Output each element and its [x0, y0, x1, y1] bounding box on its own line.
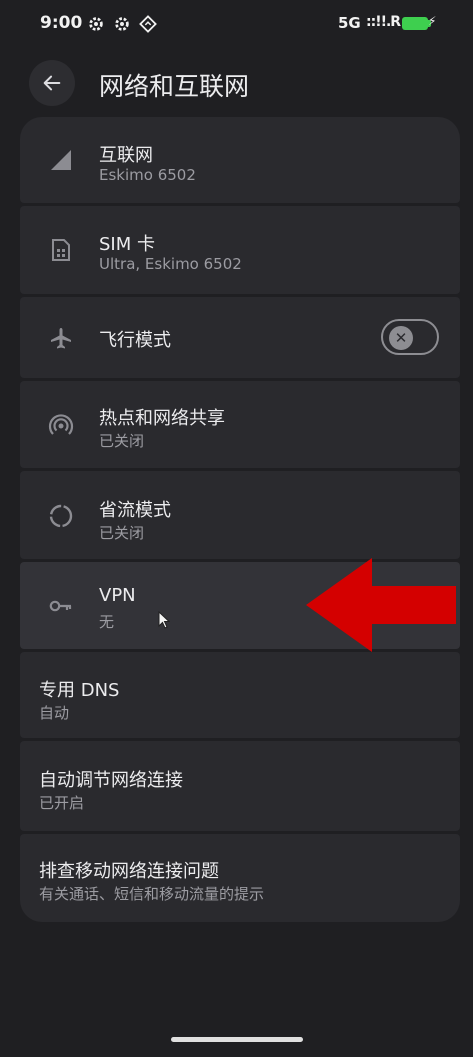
gesture-navigation-bar[interactable]: [171, 1037, 303, 1042]
item-title: 排查移动网络连接问题: [39, 861, 219, 882]
list-item-sim[interactable]: SIM 卡 Ultra, Eskimo 6502: [20, 206, 460, 294]
signal-triangle-icon: [48, 147, 74, 173]
list-item-internet[interactable]: 互联网 Eskimo 6502: [20, 117, 460, 203]
status-bar: 9:00 5G ::!!.R ⚡: [0, 0, 473, 50]
signal-indicator: ::!!.R: [366, 14, 401, 30]
item-subtitle: 已开启: [39, 794, 85, 812]
item-subtitle: Eskimo 6502: [99, 166, 196, 184]
list-item-private-dns[interactable]: 专用 DNS 自动: [20, 652, 460, 738]
arrow-left-icon: [43, 75, 61, 91]
item-title: SIM 卡: [99, 234, 155, 255]
vpn-key-icon: [48, 593, 74, 619]
toggle-off-x-icon: ✕: [389, 326, 413, 350]
settings-gear-icon: [115, 17, 129, 31]
battery-icon: [402, 17, 428, 30]
page-title: 网络和互联网: [99, 72, 250, 101]
item-title: 省流模式: [99, 500, 171, 521]
status-time: 9:00: [40, 13, 83, 33]
item-title: VPN: [99, 585, 136, 606]
location-diamond-icon: [139, 15, 157, 33]
item-subtitle: Ultra, Eskimo 6502: [99, 255, 242, 273]
item-subtitle: 无: [99, 613, 115, 631]
red-arrow-annotation: [306, 558, 456, 652]
airplane-mode-toggle[interactable]: ✕: [381, 319, 439, 355]
item-title: 热点和网络共享: [99, 408, 225, 429]
list-item-adaptive-connectivity[interactable]: 自动调节网络连接 已开启: [20, 741, 460, 831]
item-subtitle: 有关通话、短信和移动流量的提示: [39, 885, 265, 903]
settings-gear-icon: [89, 17, 103, 31]
airplane-icon: [48, 325, 74, 351]
hotspot-icon: [48, 412, 74, 438]
list-item-airplane-mode[interactable]: 飞行模式 ✕: [20, 297, 460, 378]
mouse-cursor-icon: [158, 611, 170, 629]
charging-bolt-icon: ⚡: [428, 14, 437, 28]
sim-card-icon: [48, 237, 74, 263]
item-title: 专用 DNS: [39, 680, 120, 701]
list-item-troubleshoot[interactable]: 排查移动网络连接问题 有关通话、短信和移动流量的提示: [20, 834, 460, 922]
item-subtitle: 已关闭: [99, 524, 145, 542]
item-subtitle: 已关闭: [99, 432, 145, 450]
back-button[interactable]: [29, 60, 75, 106]
item-title: 互联网: [99, 145, 153, 166]
data-saver-icon: [48, 503, 74, 529]
item-title: 自动调节网络连接: [39, 770, 183, 791]
network-type: 5G: [338, 14, 361, 32]
item-subtitle: 自动: [39, 704, 70, 722]
list-item-data-saver[interactable]: 省流模式 已关闭: [20, 471, 460, 559]
item-title: 飞行模式: [99, 330, 171, 351]
list-item-hotspot[interactable]: 热点和网络共享 已关闭: [20, 381, 460, 468]
